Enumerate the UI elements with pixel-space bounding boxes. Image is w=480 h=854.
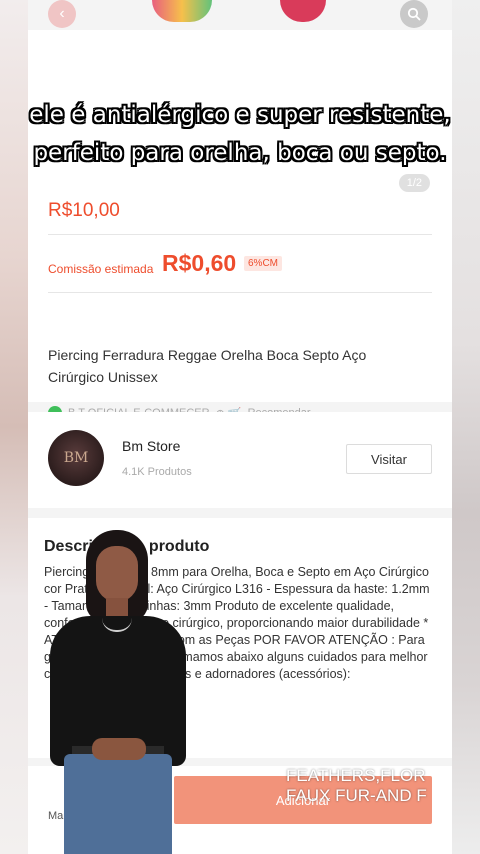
store-avatar[interactable]: BM xyxy=(48,430,104,486)
product-image-fragment xyxy=(152,0,212,22)
top-bar: ‹ xyxy=(28,0,452,30)
divider xyxy=(48,234,432,235)
presenter-jeans xyxy=(64,754,172,854)
presenter-figure xyxy=(42,526,194,854)
presenter-face xyxy=(96,546,138,602)
product-image-fragment xyxy=(280,0,326,22)
image-counter: 1/2 xyxy=(398,174,430,192)
visit-store-button[interactable]: Visitar xyxy=(346,444,432,474)
product-info-card: 1/2 R$10,00 Comissão estimada R$0,60 6%C… xyxy=(28,30,452,420)
commission-label: Comissão estimada xyxy=(48,262,154,276)
divider xyxy=(48,292,432,293)
search-icon xyxy=(407,7,421,21)
video-subtitle: ele é antialérgico e super resistente, p… xyxy=(29,102,451,166)
store-product-count: 4.1K Produtos xyxy=(122,466,192,478)
product-title: Piercing Ferradura Reggae Orelha Boca Se… xyxy=(48,347,367,385)
back-button[interactable]: ‹ xyxy=(48,0,76,28)
commission-value: R$0,60 xyxy=(162,250,237,276)
store-name[interactable]: Bm Store xyxy=(122,438,180,454)
chevron-left-icon: ‹ xyxy=(59,5,65,22)
product-price: R$10,00 xyxy=(48,200,120,221)
store-card: BM Bm Store 4.1K Produtos Visitar xyxy=(28,412,452,508)
commission-badge: 6%CM xyxy=(244,256,283,271)
overlay-caption-line: FAUX FUR-AND F xyxy=(286,786,427,805)
search-button[interactable] xyxy=(400,0,428,28)
presenter-hands xyxy=(92,738,146,760)
overlay-caption: FEATHERS,FLOR FAUX FUR-AND F xyxy=(286,766,427,806)
overlay-caption-line: FEATHERS,FLOR xyxy=(286,766,426,785)
